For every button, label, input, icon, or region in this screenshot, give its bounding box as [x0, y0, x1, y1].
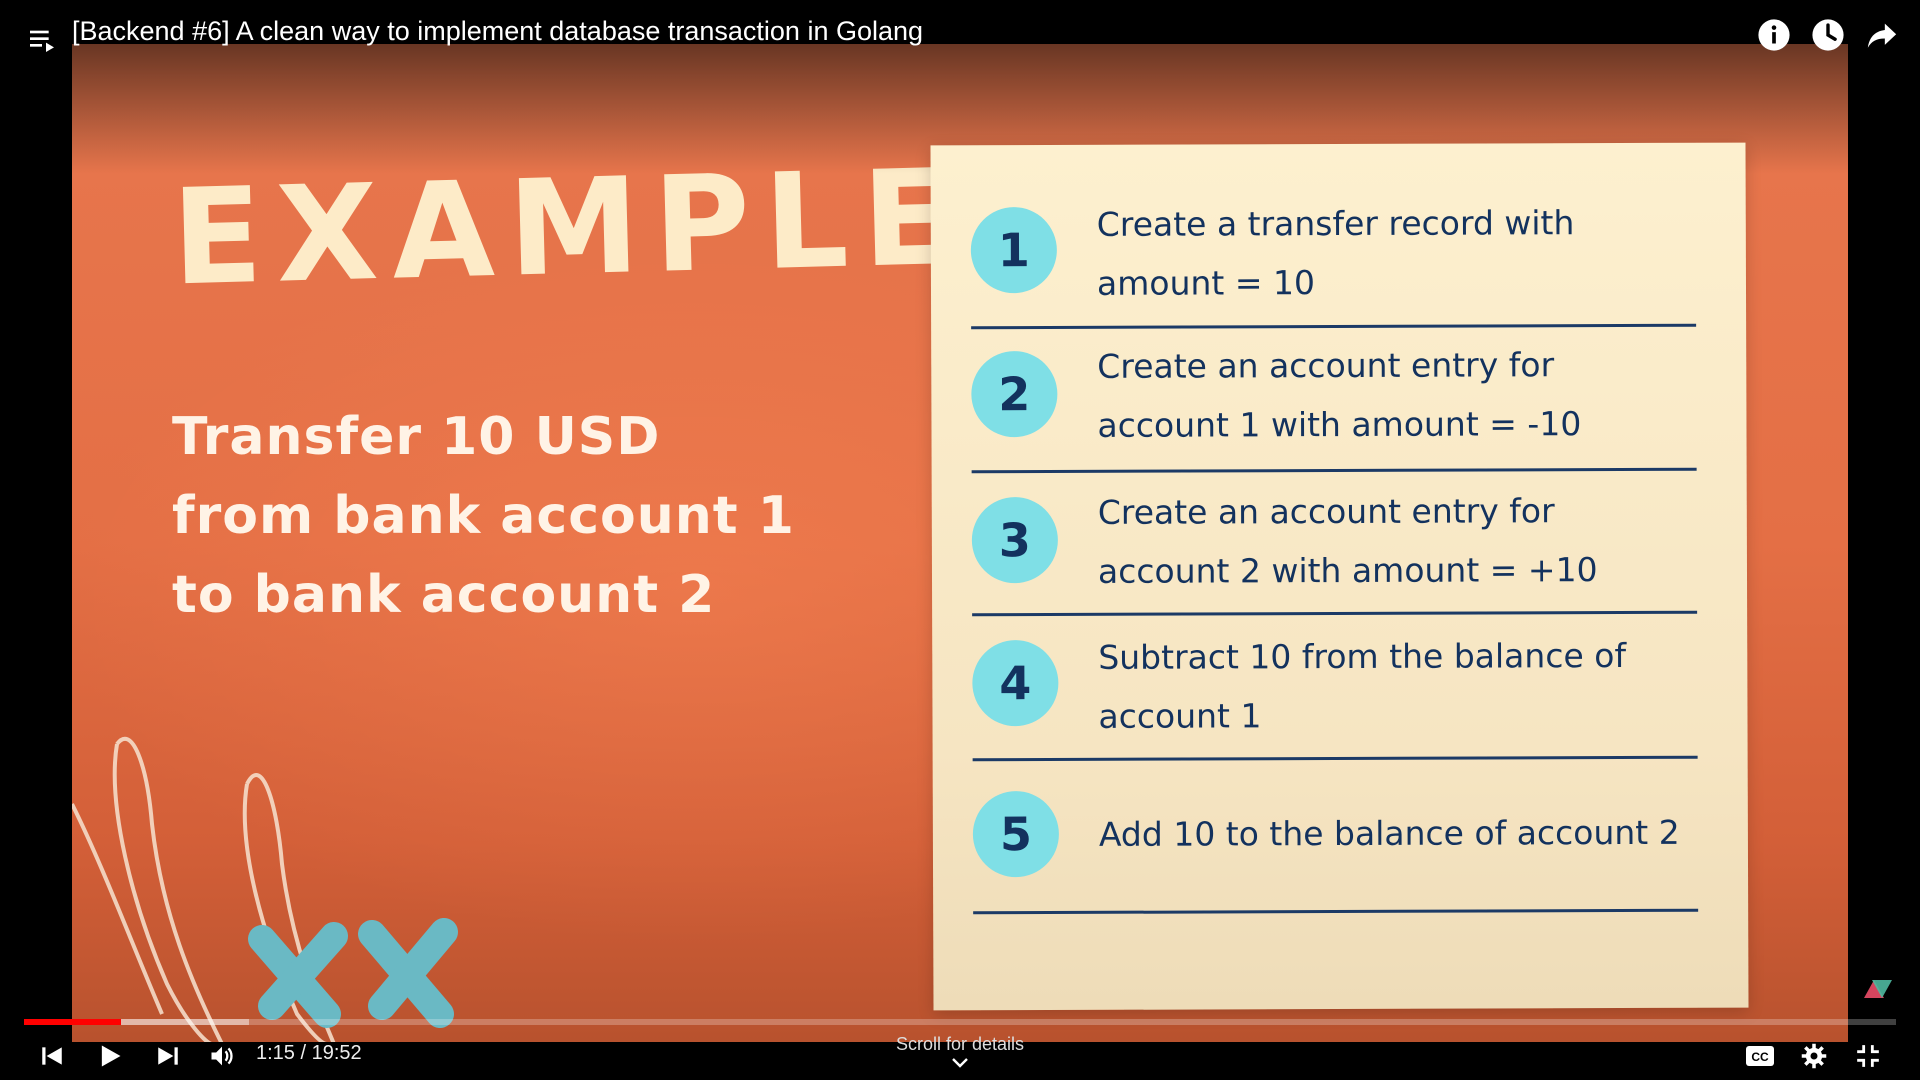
step-text-line: Create a transfer record with — [1096, 203, 1575, 244]
subtitle-line: to bank account 2 — [172, 565, 716, 625]
step-text: Subtract 10 from the balance of account … — [1098, 626, 1688, 746]
slide-heading: EXAMPLE — [170, 140, 969, 316]
cc-icon[interactable]: CC — [1738, 1034, 1782, 1078]
step-text-line: account 1 — [1098, 696, 1262, 736]
step-number-badge: 5 — [972, 790, 1060, 878]
clock-icon[interactable] — [1808, 15, 1848, 55]
step-item: 4 Subtract 10 from the balance of accoun… — [972, 613, 1698, 762]
player-top-bar: [Backend #6] A clean way to implement da… — [0, 0, 1920, 70]
playlist-icon[interactable] — [20, 18, 64, 62]
step-text-line: account 1 with amount = -10 — [1097, 404, 1582, 445]
step-text: Create an account entry for account 2 wi… — [1098, 481, 1688, 601]
step-text-line: Add 10 to the balance of account 2 — [1098, 812, 1680, 854]
video-frame[interactable]: EXAMPLE Transfer 10 USD from bank accoun… — [72, 44, 1848, 1042]
step-number-badge: 1 — [970, 206, 1058, 294]
chevron-down-icon — [952, 1058, 968, 1068]
skip-next-icon[interactable] — [146, 1034, 190, 1078]
step-number-badge: 4 — [972, 639, 1059, 727]
step-number-badge: 3 — [971, 496, 1059, 584]
step-number-badge: 2 — [971, 350, 1058, 438]
step-text-line: Create an account entry for — [1097, 345, 1555, 386]
subtitle-line: from bank account 1 — [172, 486, 795, 546]
slide-subtitle: Transfer 10 USD from bank account 1 to b… — [172, 398, 812, 635]
progress-bar[interactable] — [24, 1019, 1896, 1025]
steps-card: 1 Create a transfer record with amount =… — [930, 142, 1749, 1011]
player-controls: 1:15 / 19:52 Scroll for details CC — [0, 1030, 1920, 1080]
step-item: 1 Create a transfer record with amount =… — [970, 182, 1697, 330]
exit-fullscreen-icon[interactable] — [1846, 1034, 1890, 1078]
svg-text:CC: CC — [1751, 1050, 1769, 1064]
volume-icon[interactable] — [200, 1034, 244, 1078]
share-arrow-icon[interactable] — [1862, 15, 1902, 55]
skip-previous-icon[interactable] — [30, 1034, 74, 1078]
step-item: 5 Add 10 to the balance of account 2 — [972, 758, 1699, 915]
play-icon[interactable] — [88, 1034, 132, 1078]
step-text-line: account 2 with amount = +10 — [1097, 550, 1598, 591]
scroll-hint-label: Scroll for details — [895, 1034, 1025, 1054]
step-text: Create a transfer record with amount = 1… — [1097, 193, 1687, 313]
step-item: 2 Create an account entry for account 1 … — [971, 326, 1697, 474]
step-text-line: Subtract 10 from the balance of — [1098, 636, 1627, 677]
gear-icon[interactable] — [1792, 1034, 1836, 1078]
scribble-decoration — [72, 736, 458, 1042]
video-title[interactable]: [Backend #6] A clean way to implement da… — [72, 16, 923, 47]
channel-logo-icon — [1864, 980, 1892, 998]
step-text-line: Create an account entry for — [1097, 491, 1555, 532]
step-text-line: amount = 10 — [1096, 263, 1315, 303]
subtitle-line: Transfer 10 USD — [172, 407, 661, 467]
info-icon[interactable] — [1754, 15, 1794, 55]
progress-played — [24, 1019, 122, 1025]
step-text: Create an account entry for account 1 wi… — [1097, 335, 1687, 455]
step-item: 3 Create an account entry for account 2 … — [971, 470, 1698, 617]
scroll-for-details-button[interactable]: Scroll for details — [880, 1034, 1040, 1069]
step-text: Add 10 to the balance of account 2 — [1099, 803, 1689, 864]
time-display: 1:15 / 19:52 — [256, 1042, 362, 1064]
